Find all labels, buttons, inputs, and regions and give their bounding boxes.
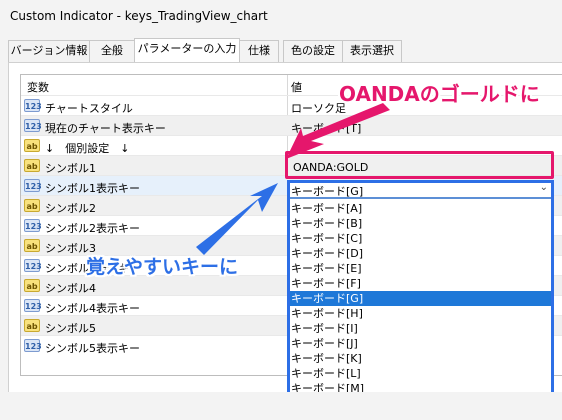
blue-arrow-icon xyxy=(196,183,278,255)
pink-arrow-icon xyxy=(286,103,390,159)
annotation-arrows xyxy=(196,103,390,255)
bottom-bar xyxy=(0,392,562,420)
annotation-blue-text: 覚えやすいキーに xyxy=(86,256,239,278)
annotation-pink-text: OANDAのゴールドに xyxy=(339,82,540,106)
